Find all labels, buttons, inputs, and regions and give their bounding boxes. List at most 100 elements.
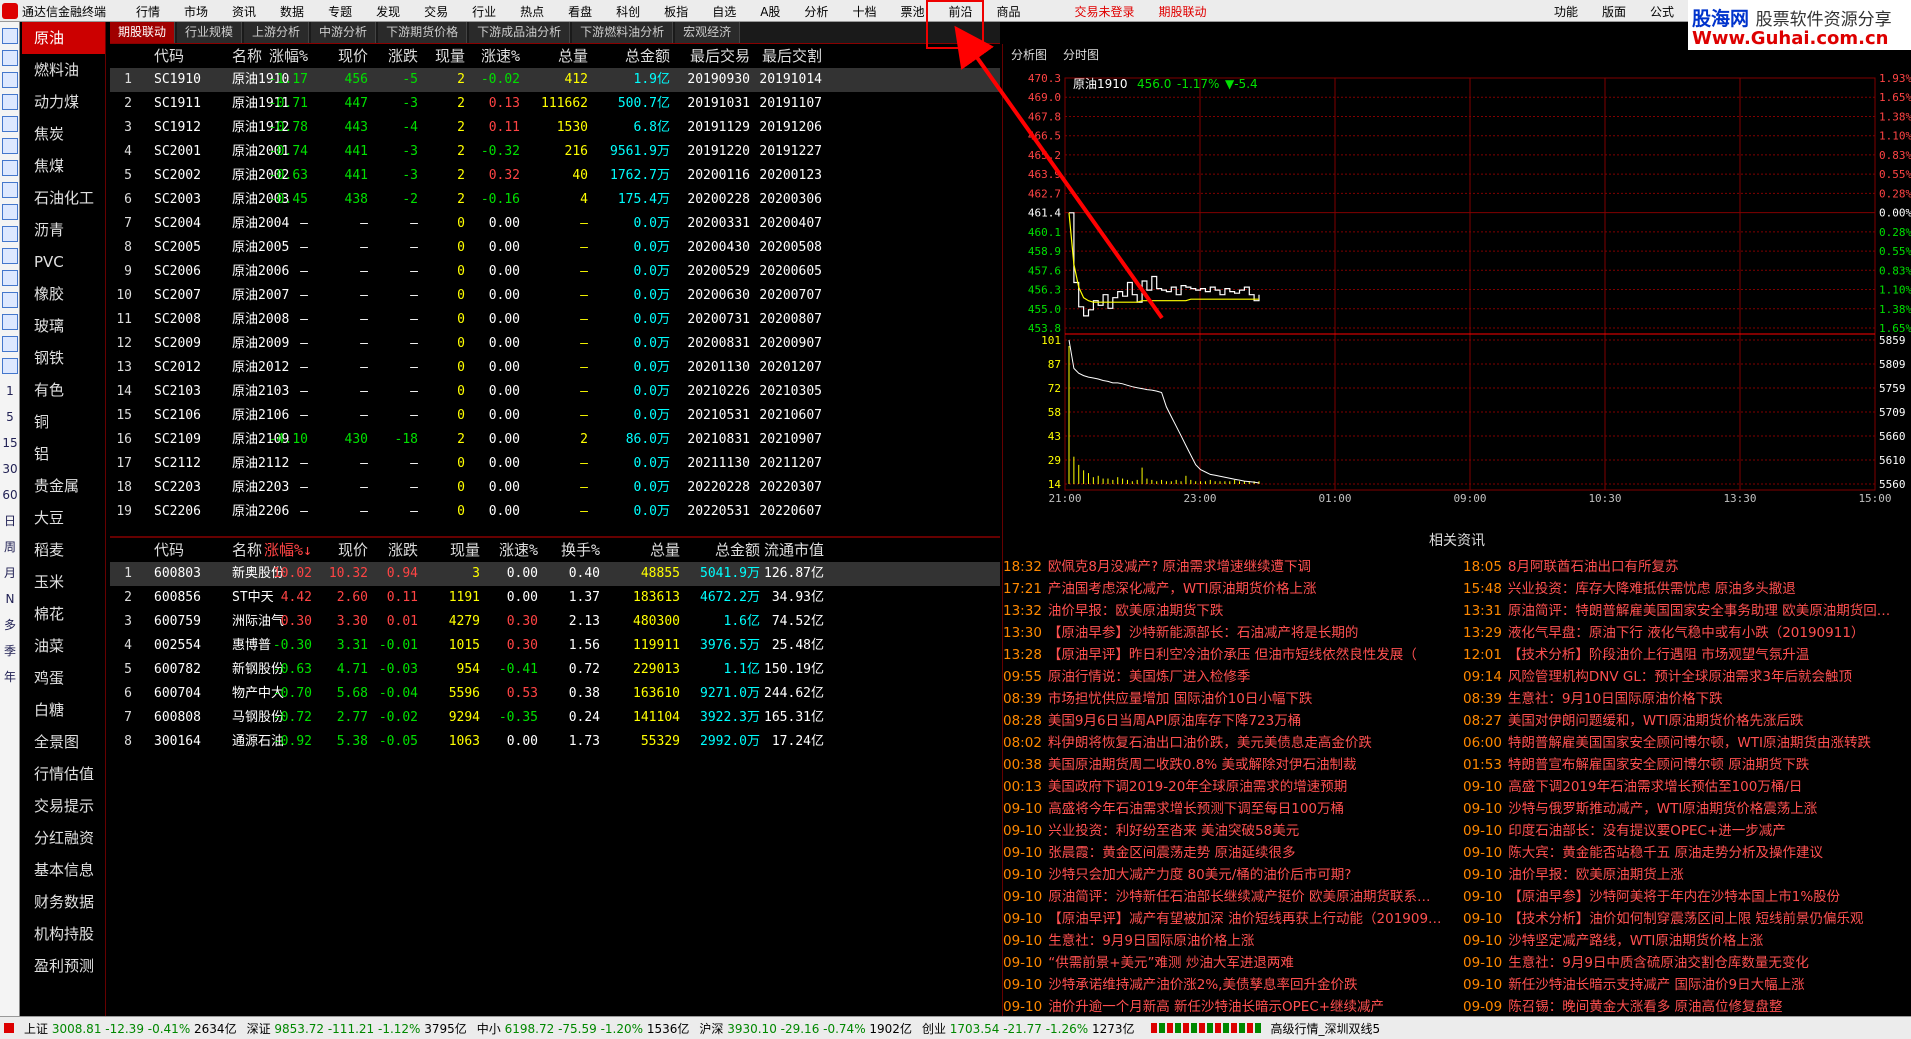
futures-row[interactable]: 12 SC2009 原油2009— — —0 0.00—0.0万 20200831 20200… [110, 332, 1000, 356]
news-item[interactable]: 09-10 沙特承诺维持减产油价涨2%,美债孳息率回升金价跌 [1003, 974, 1451, 996]
news-item[interactable]: 13:32 油价早报：欧美原油期货下跌 [1003, 600, 1451, 622]
news-item[interactable]: 08:39 生意社：9月10日国际原油价格下跌 [1463, 688, 1911, 710]
sidebar-item[interactable]: 玉米 [22, 566, 105, 598]
tab[interactable]: 行业规模 [177, 22, 243, 43]
news-headline[interactable]: 【原油早参】沙特阿美将于年内在沙特本国上市1%股份 [1508, 889, 1840, 905]
tab[interactable]: 上游分析 [244, 22, 310, 43]
bell-icon[interactable] [2, 358, 18, 374]
period-季[interactable]: 季 [2, 644, 18, 660]
right-menu-item[interactable]: 功能 [1554, 3, 1578, 20]
menu-item[interactable]: 看盘 [568, 3, 592, 20]
sidebar-item[interactable]: 分红融资 [22, 822, 105, 854]
news-headline[interactable]: 油价早报：欧美原油期货下跌 [1048, 603, 1224, 619]
sidebar-item[interactable]: 燃料油 [22, 54, 105, 86]
menu-item[interactable]: 发现 [376, 3, 400, 20]
news-item[interactable]: 08:27 美国对伊朗问题缓和，WTI原油期货价格先涨后跌 [1463, 710, 1911, 732]
news-item[interactable]: 09-10 【原油早参】沙特阿美将于年内在沙特本国上市1%股份 [1463, 886, 1911, 908]
stocks-header-cell[interactable]: 总量 [610, 538, 680, 562]
sidebar-item[interactable]: 交易提示 [22, 790, 105, 822]
sidebar-item[interactable]: 石油化工 [22, 182, 105, 214]
news-item[interactable]: 12:01 【技术分析】阶段油价上行遇阻 市场观望气氛升温 [1463, 644, 1911, 666]
news-item[interactable]: 09-10 油价升逾一个月新高 新任沙特油长暗示OPEC+继续减产 [1003, 996, 1451, 1018]
news-headline[interactable]: 沙特与俄罗斯推动减产，WTI原油期货价格震荡上涨 [1508, 801, 1817, 817]
news-item[interactable]: 00:13 美国政府下调2019-20年全球原油需求的增速预期 [1003, 776, 1451, 798]
news-headline[interactable]: 新任沙特油长暗示支持减产 国际油价9日大幅上涨 [1508, 977, 1804, 993]
period-15[interactable]: 15 [2, 436, 18, 452]
right-menu-item[interactable]: 公式 [1650, 3, 1674, 20]
news-item[interactable]: 09-10 陈大宾：黄金能否站稳千五 原油走势分析及操作建议 [1463, 842, 1911, 864]
news-item[interactable]: 13:31 原油简评：特朗普解雇美国国家安全事务助理 欧美原油期货回… [1463, 600, 1911, 622]
futures-row[interactable]: 10 SC2007 原油2007— — —0 0.00—0.0万 20200630 20200… [110, 284, 1000, 308]
news-headline[interactable]: 生意社：9月9日中质含硫原油交割仓库数量无变化 [1508, 955, 1809, 971]
futures-header-cell[interactable]: 最后交易 [690, 44, 750, 68]
futures-header-cell[interactable]: 最后交割 [762, 44, 822, 68]
news-headline[interactable]: “供需前景+美元”难测 炒油大军进退两难 [1048, 955, 1294, 971]
list-icon[interactable] [2, 204, 18, 220]
menu-item[interactable]: 行情 [136, 3, 160, 20]
news-headline[interactable]: 高盛下调2019年石油需求增长预估至100万桶/日 [1508, 779, 1802, 795]
tab[interactable]: 下游期货价格 [378, 22, 468, 43]
futures-row[interactable]: 6 SC2003 原油2003 -0.45 438 -2 2 -0.16 4 175.4万 2020… [110, 188, 1000, 212]
stocks-row[interactable]: 2 600856 ST中天 4.42 2.60 0.11 1191 0.00 1.37 18361… [110, 586, 1000, 610]
sidebar-item[interactable]: 钢铁 [22, 342, 105, 374]
news-item[interactable]: 09:55 原油行情说：美国炼厂进入检修季 [1003, 666, 1451, 688]
news-headline[interactable]: 兴业投资：库存大降难抵供需忧虑 原油多头撤退 [1508, 581, 1796, 597]
futures-row[interactable]: 5 SC2002 原油2002 -0.63 441 -3 2 0.32 40 1762.7万 202… [110, 164, 1000, 188]
chart-icon[interactable] [2, 160, 18, 176]
news-item[interactable]: 09-10 高盛下调2019年石油需求增长预估至100万桶/日 [1463, 776, 1911, 798]
tab[interactable]: 宏观经济 [675, 22, 741, 43]
stocks-header-cell[interactable]: 总金额 [690, 538, 760, 562]
sidebar-item[interactable]: 大豆 [22, 502, 105, 534]
sidebar-item[interactable]: 棉花 [22, 598, 105, 630]
sidebar-item[interactable]: 机构持股 [22, 918, 105, 950]
news-item[interactable]: 18:32 欧佩克8月没减产? 原油需求增速继续遭下调 [1003, 556, 1451, 578]
news-item[interactable]: 13:30 【原油早参】沙特新能源部长：石油减产将是长期的 [1003, 622, 1451, 644]
news-headline[interactable]: 美国原油期货周二收跌0.8% 美或解除对伊石油制裁 [1048, 757, 1357, 773]
menu-item[interactable]: 票池 [900, 3, 924, 20]
futures-row[interactable]: 3 SC1912 原油1912 -0.78 443 -4 2 0.11 1530 6.8亿 2019… [110, 116, 1000, 140]
sidebar-item[interactable]: 焦炭 [22, 118, 105, 150]
menu-item[interactable]: 分析 [804, 3, 828, 20]
news-item[interactable]: 09:14 风险管理机构DNV GL：预计全球原油需求3年后就会触顶 [1463, 666, 1911, 688]
sidebar-item[interactable]: 基本信息 [22, 854, 105, 886]
news-headline[interactable]: 油价升逾一个月新高 新任沙特油长暗示OPEC+继续减产 [1048, 999, 1384, 1015]
tab[interactable]: 中游分析 [311, 22, 377, 43]
news-headline[interactable]: 风险管理机构DNV GL：预计全球原油需求3年后就会触顶 [1508, 669, 1852, 685]
sidebar-item[interactable]: 财务数据 [22, 886, 105, 918]
news-item[interactable]: 18:05 8月阿联酋石油出口有所复苏 [1463, 556, 1911, 578]
futures-header-cell[interactable]: 涨幅% [248, 44, 308, 68]
right-menu-item[interactable]: 版面 [1602, 3, 1626, 20]
gear-icon[interactable] [2, 292, 18, 308]
index-segment[interactable]: 创业 1703.54 -21.77 -1.26% 1273亿 [922, 1020, 1135, 1037]
stocks-row[interactable]: 6 600704 物产中大 -0.70 5.68 -0.04 5596 0.53 0.38 163… [110, 682, 1000, 706]
news-headline[interactable]: 高盛将今年石油需求增长预测下调至每日100万桶 [1048, 801, 1344, 817]
stocks-header-cell[interactable]: 代码 [154, 538, 184, 562]
news-headline[interactable]: 市场担忧供应量增加 国际油价10日小幅下跌 [1048, 691, 1312, 707]
news-item[interactable]: 13:28 【原油早评】昨日利空冷油价承压 但油市短线依然良性发展（ [1003, 644, 1451, 666]
tab[interactable]: 下游燃料油分析 [572, 22, 674, 43]
news-item[interactable]: 09-10 生意社：9月9日国际原油价格上涨 [1003, 930, 1451, 952]
sidebar-item[interactable]: 橡胶 [22, 278, 105, 310]
news-headline[interactable]: 原油行情说：美国炼厂进入检修季 [1048, 669, 1251, 685]
grid-icon[interactable] [2, 116, 18, 132]
server-status[interactable]: 高级行情_深圳双线5 [1271, 1020, 1381, 1037]
news-headline[interactable]: 特朗普解雇美国国家安全顾问博尔顿，WTI原油期货由涨转跌 [1508, 735, 1871, 751]
menu-item[interactable]: 科创 [616, 3, 640, 20]
news-item[interactable]: 01:53 特朗普宣布解雇国家安全顾问博尔顿 原油期货下跌 [1463, 754, 1911, 776]
menu-item[interactable]: 资讯 [232, 3, 256, 20]
news-headline[interactable]: 8月阿联酋石油出口有所复苏 [1508, 559, 1679, 575]
news-item[interactable]: 09-10 新任沙特油长暗示支持减产 国际油价9日大幅上涨 [1463, 974, 1911, 996]
pen-icon[interactable] [2, 314, 18, 330]
stocks-row[interactable]: 7 600808 马钢股份 -0.72 2.77 -0.02 9294 -0.35 0.24 14… [110, 706, 1000, 730]
news-headline[interactable]: 【原油早评】减产有望被加深 油价短线再获上行动能（201909… [1048, 911, 1441, 927]
sidebar-item[interactable]: 焦煤 [22, 150, 105, 182]
futures-row[interactable]: 11 SC2008 原油2008— — —0 0.00—0.0万 20200731 20200… [110, 308, 1000, 332]
futures-row[interactable]: 18 SC2203 原油2203— — —0 0.00—0.0万 20220228 20220… [110, 476, 1000, 500]
futures-link[interactable]: 期股联动 [1159, 3, 1207, 20]
futures-header-cell[interactable]: 总量 [528, 44, 588, 68]
sidebar-item[interactable]: 动力煤 [22, 86, 105, 118]
stocks-header-cell[interactable]: 流通市值 [754, 538, 824, 562]
futures-row[interactable]: 19 SC2206 原油2206— — —0 0.00—0.0万 20220531 20220… [110, 500, 1000, 524]
news-item[interactable]: 09-10 生意社：9月9日中质含硫原油交割仓库数量无变化 [1463, 952, 1911, 974]
news-item[interactable]: 17:21 产油国考虑深化减产，WTI原油期货价格上涨 [1003, 578, 1451, 600]
